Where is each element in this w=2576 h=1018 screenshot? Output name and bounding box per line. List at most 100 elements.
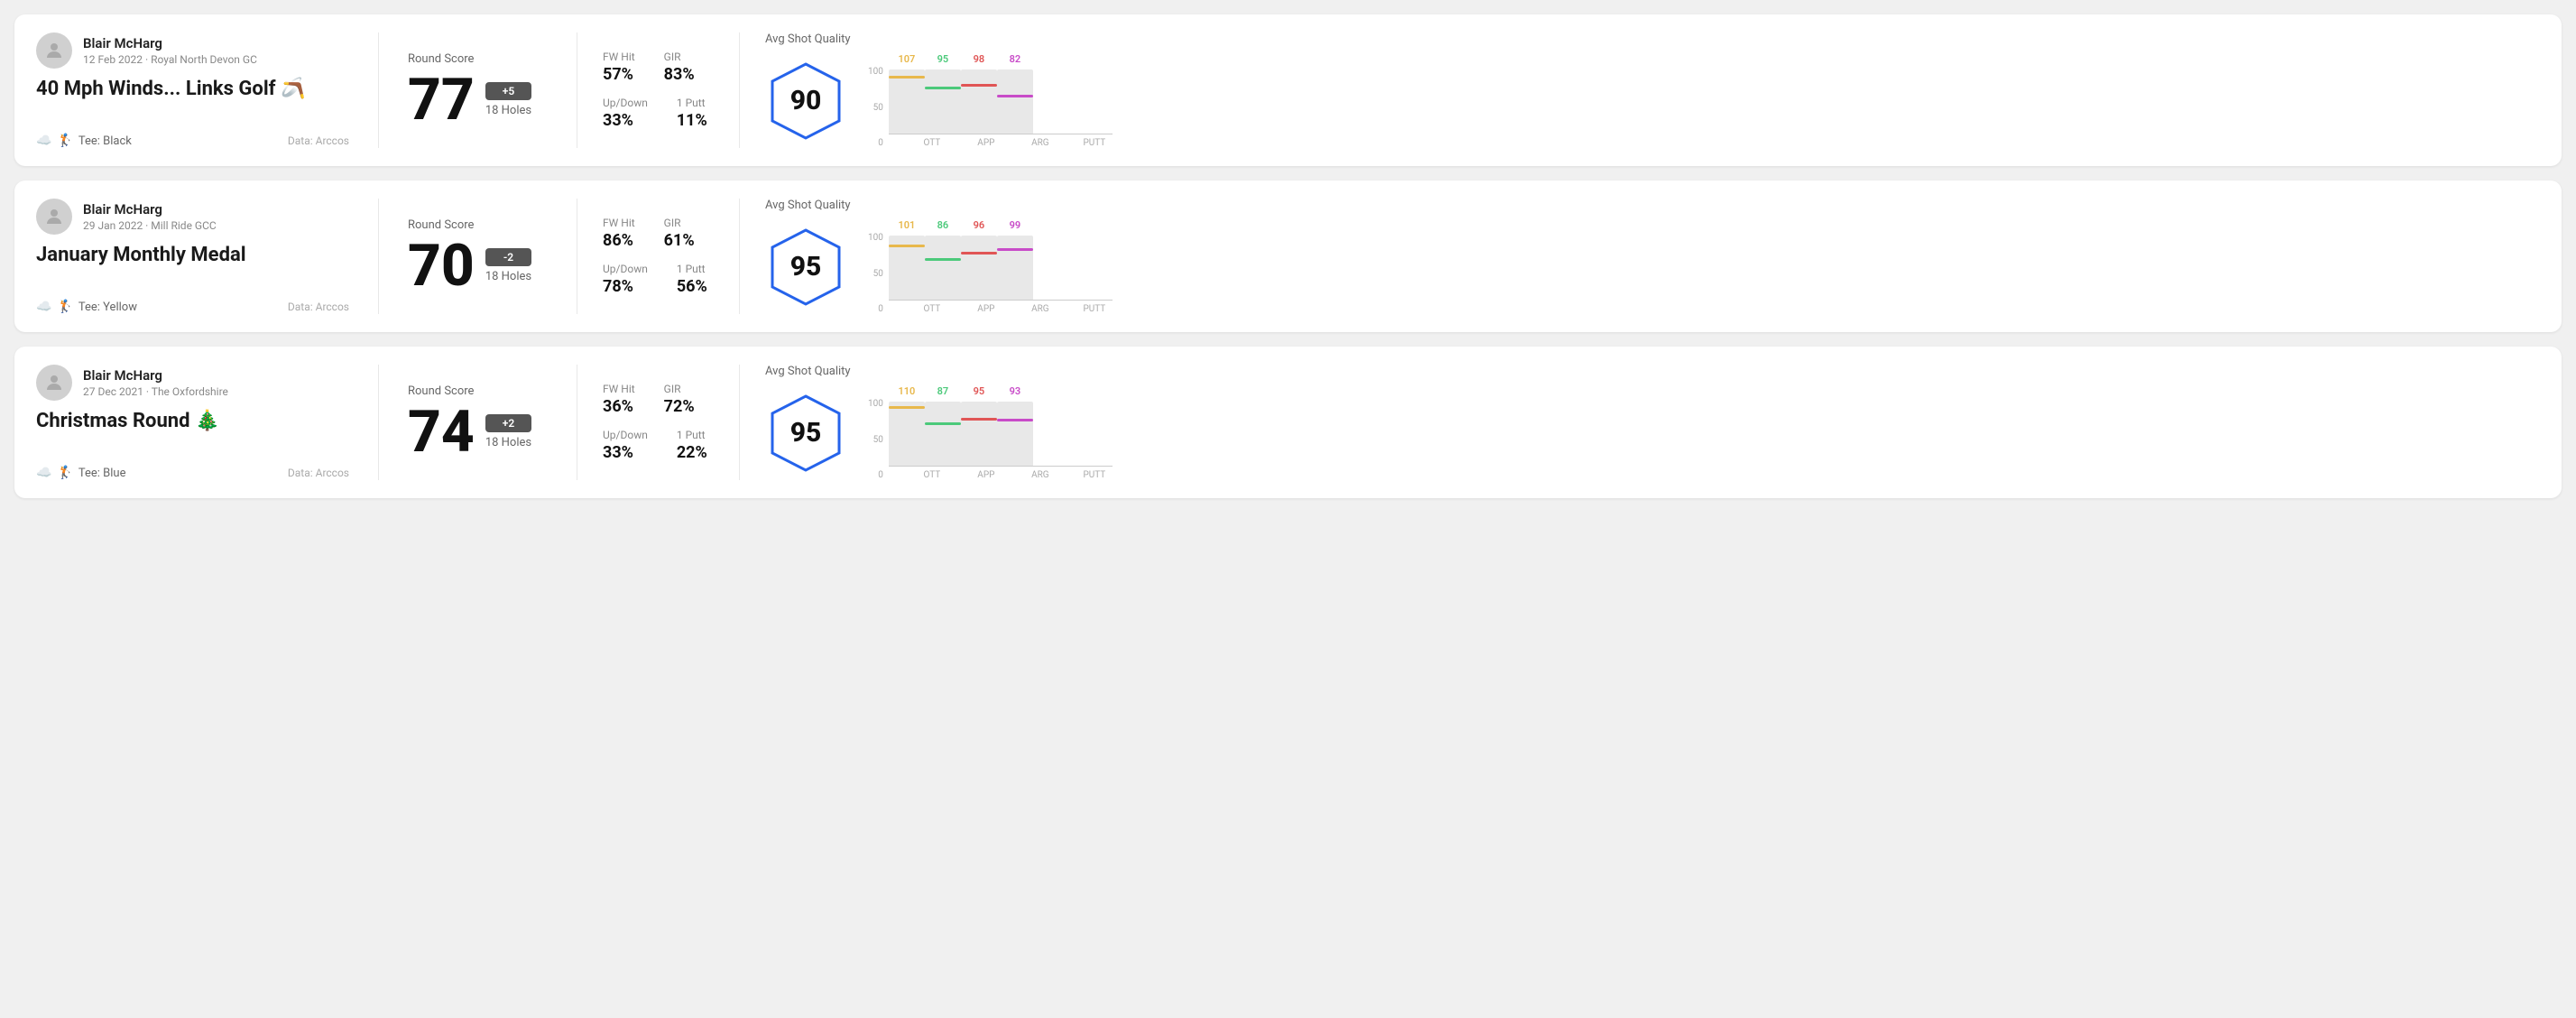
- bag-icon: 🏌️: [57, 134, 72, 148]
- updown-stat: Up/Down 33%: [603, 429, 648, 462]
- fw-hit-label: FW Hit: [603, 217, 635, 229]
- hex-score: 95: [790, 251, 822, 282]
- card-stats: FW Hit 36% GIR 72% Up/Down 33% 1 Putt 22…: [577, 365, 740, 480]
- card-footer: ☁️ 🏌️ Tee: Yellow Data: Arccos: [36, 300, 349, 314]
- bar-wrapper: [997, 402, 1033, 466]
- tee-label: Tee: Black: [78, 134, 132, 148]
- tee-info: ☁️ 🏌️ Tee: Yellow: [36, 300, 137, 314]
- stats-row-top: FW Hit 86% GIR 61%: [603, 217, 714, 250]
- tee-info: ☁️ 🏌️ Tee: Black: [36, 134, 132, 148]
- fw-hit-value: 36%: [603, 397, 635, 416]
- bar-background: [925, 236, 961, 300]
- data-source: Data: Arccos: [288, 467, 349, 479]
- updown-value: 78%: [603, 277, 648, 296]
- bar-top-value: 96: [974, 219, 985, 231]
- bar-col: 95: [925, 53, 961, 134]
- updown-label: Up/Down: [603, 429, 648, 441]
- score-holes: 18 Holes: [485, 436, 531, 449]
- y-label: 0: [878, 138, 883, 148]
- hex-wrap: 95: [765, 227, 846, 308]
- quality-label: Avg Shot Quality: [765, 199, 1113, 212]
- bar-line: [961, 418, 997, 421]
- y-axis-labels: 100500: [868, 399, 883, 480]
- updown-value: 33%: [603, 443, 648, 462]
- bar-wrapper: [925, 402, 961, 466]
- y-label: 0: [878, 470, 883, 480]
- x-label: APP: [968, 138, 1004, 148]
- user-name: Blair McHarg: [83, 35, 257, 51]
- bar-line: [925, 422, 961, 425]
- round-title: January Monthly Medal: [36, 244, 349, 266]
- bar-top-value: 107: [898, 53, 915, 65]
- bar-col: 95: [961, 385, 997, 466]
- bar-line: [997, 419, 1033, 421]
- fw-hit-stat: FW Hit 86%: [603, 217, 635, 250]
- score-holes: 18 Holes: [485, 270, 531, 283]
- score-badge-col: +2 18 Holes: [485, 414, 531, 449]
- bar-line: [925, 258, 961, 261]
- stats-row-bottom: Up/Down 78% 1 Putt 56%: [603, 263, 714, 296]
- gir-stat: GIR 61%: [664, 217, 695, 250]
- gir-value: 83%: [664, 65, 695, 84]
- chart-area: 110 87 95: [889, 385, 1113, 467]
- bar-col: 86: [925, 219, 961, 300]
- round-card: Blair McHarg 29 Jan 2022 · Mill Ride GCC…: [14, 180, 2562, 332]
- chart-area: 101 86 96: [889, 219, 1113, 301]
- x-label: ARG: [1022, 138, 1058, 148]
- oneputt-stat: 1 Putt 22%: [677, 429, 707, 462]
- bar-wrapper: [961, 402, 997, 466]
- tee-label: Tee: Yellow: [78, 301, 137, 314]
- bar-background: [997, 69, 1033, 134]
- user-info: Blair McHarg 27 Dec 2021 · The Oxfordshi…: [36, 365, 349, 401]
- bar-background: [997, 236, 1033, 300]
- bar-background: [889, 402, 925, 466]
- tee-label: Tee: Blue: [78, 467, 126, 480]
- score-number: 70: [408, 237, 475, 295]
- bar-col: 87: [925, 385, 961, 466]
- user-details: Blair McHarg 27 Dec 2021 · The Oxfordshi…: [83, 367, 228, 398]
- score-row: 74 +2 18 Holes: [408, 403, 548, 461]
- bar-top-value: 101: [898, 219, 915, 231]
- bar-top-value: 87: [937, 385, 949, 397]
- score-number: 74: [408, 403, 475, 461]
- weather-icon: ☁️: [36, 134, 51, 148]
- bar-line: [997, 95, 1033, 97]
- updown-stat: Up/Down 33%: [603, 97, 648, 130]
- bar-wrapper: [961, 236, 997, 300]
- card-quality: Avg Shot Quality 95 100500 110: [740, 365, 2540, 480]
- updown-label: Up/Down: [603, 97, 648, 109]
- oneputt-stat: 1 Putt 56%: [677, 263, 707, 296]
- oneputt-value: 11%: [677, 111, 707, 130]
- hex-score: 90: [790, 85, 822, 116]
- avatar: [36, 199, 72, 235]
- gir-label: GIR: [664, 217, 695, 229]
- bar-background: [889, 69, 925, 134]
- hex-score: 95: [790, 417, 822, 449]
- bar-line: [889, 245, 925, 247]
- bar-chart: 100500 107 95: [868, 53, 1113, 148]
- bar-line: [925, 87, 961, 89]
- tee-info: ☁️ 🏌️ Tee: Blue: [36, 466, 125, 480]
- score-label: Round Score: [408, 52, 548, 66]
- score-diff-badge: +5: [485, 82, 531, 100]
- date-course: 27 Dec 2021 · The Oxfordshire: [83, 385, 228, 398]
- score-badge-col: -2 18 Holes: [485, 248, 531, 283]
- x-label: APP: [968, 304, 1004, 314]
- avatar: [36, 32, 72, 69]
- quality-section: Avg Shot Quality 95 100500 110: [765, 365, 1113, 480]
- bar-background: [997, 402, 1033, 466]
- bar-wrapper: [997, 69, 1033, 134]
- bar-wrapper: [925, 69, 961, 134]
- user-name: Blair McHarg: [83, 201, 217, 217]
- user-details: Blair McHarg 29 Jan 2022 · Mill Ride GCC: [83, 201, 217, 232]
- user-info: Blair McHarg 12 Feb 2022 · Royal North D…: [36, 32, 349, 69]
- data-source: Data: Arccos: [288, 134, 349, 147]
- y-label: 100: [868, 67, 883, 77]
- y-label: 0: [878, 304, 883, 314]
- date-course: 29 Jan 2022 · Mill Ride GCC: [83, 219, 217, 232]
- y-label: 100: [868, 233, 883, 243]
- oneputt-value: 22%: [677, 443, 707, 462]
- bar-top-value: 86: [937, 219, 949, 231]
- fw-hit-stat: FW Hit 36%: [603, 383, 635, 416]
- y-label: 50: [873, 269, 883, 279]
